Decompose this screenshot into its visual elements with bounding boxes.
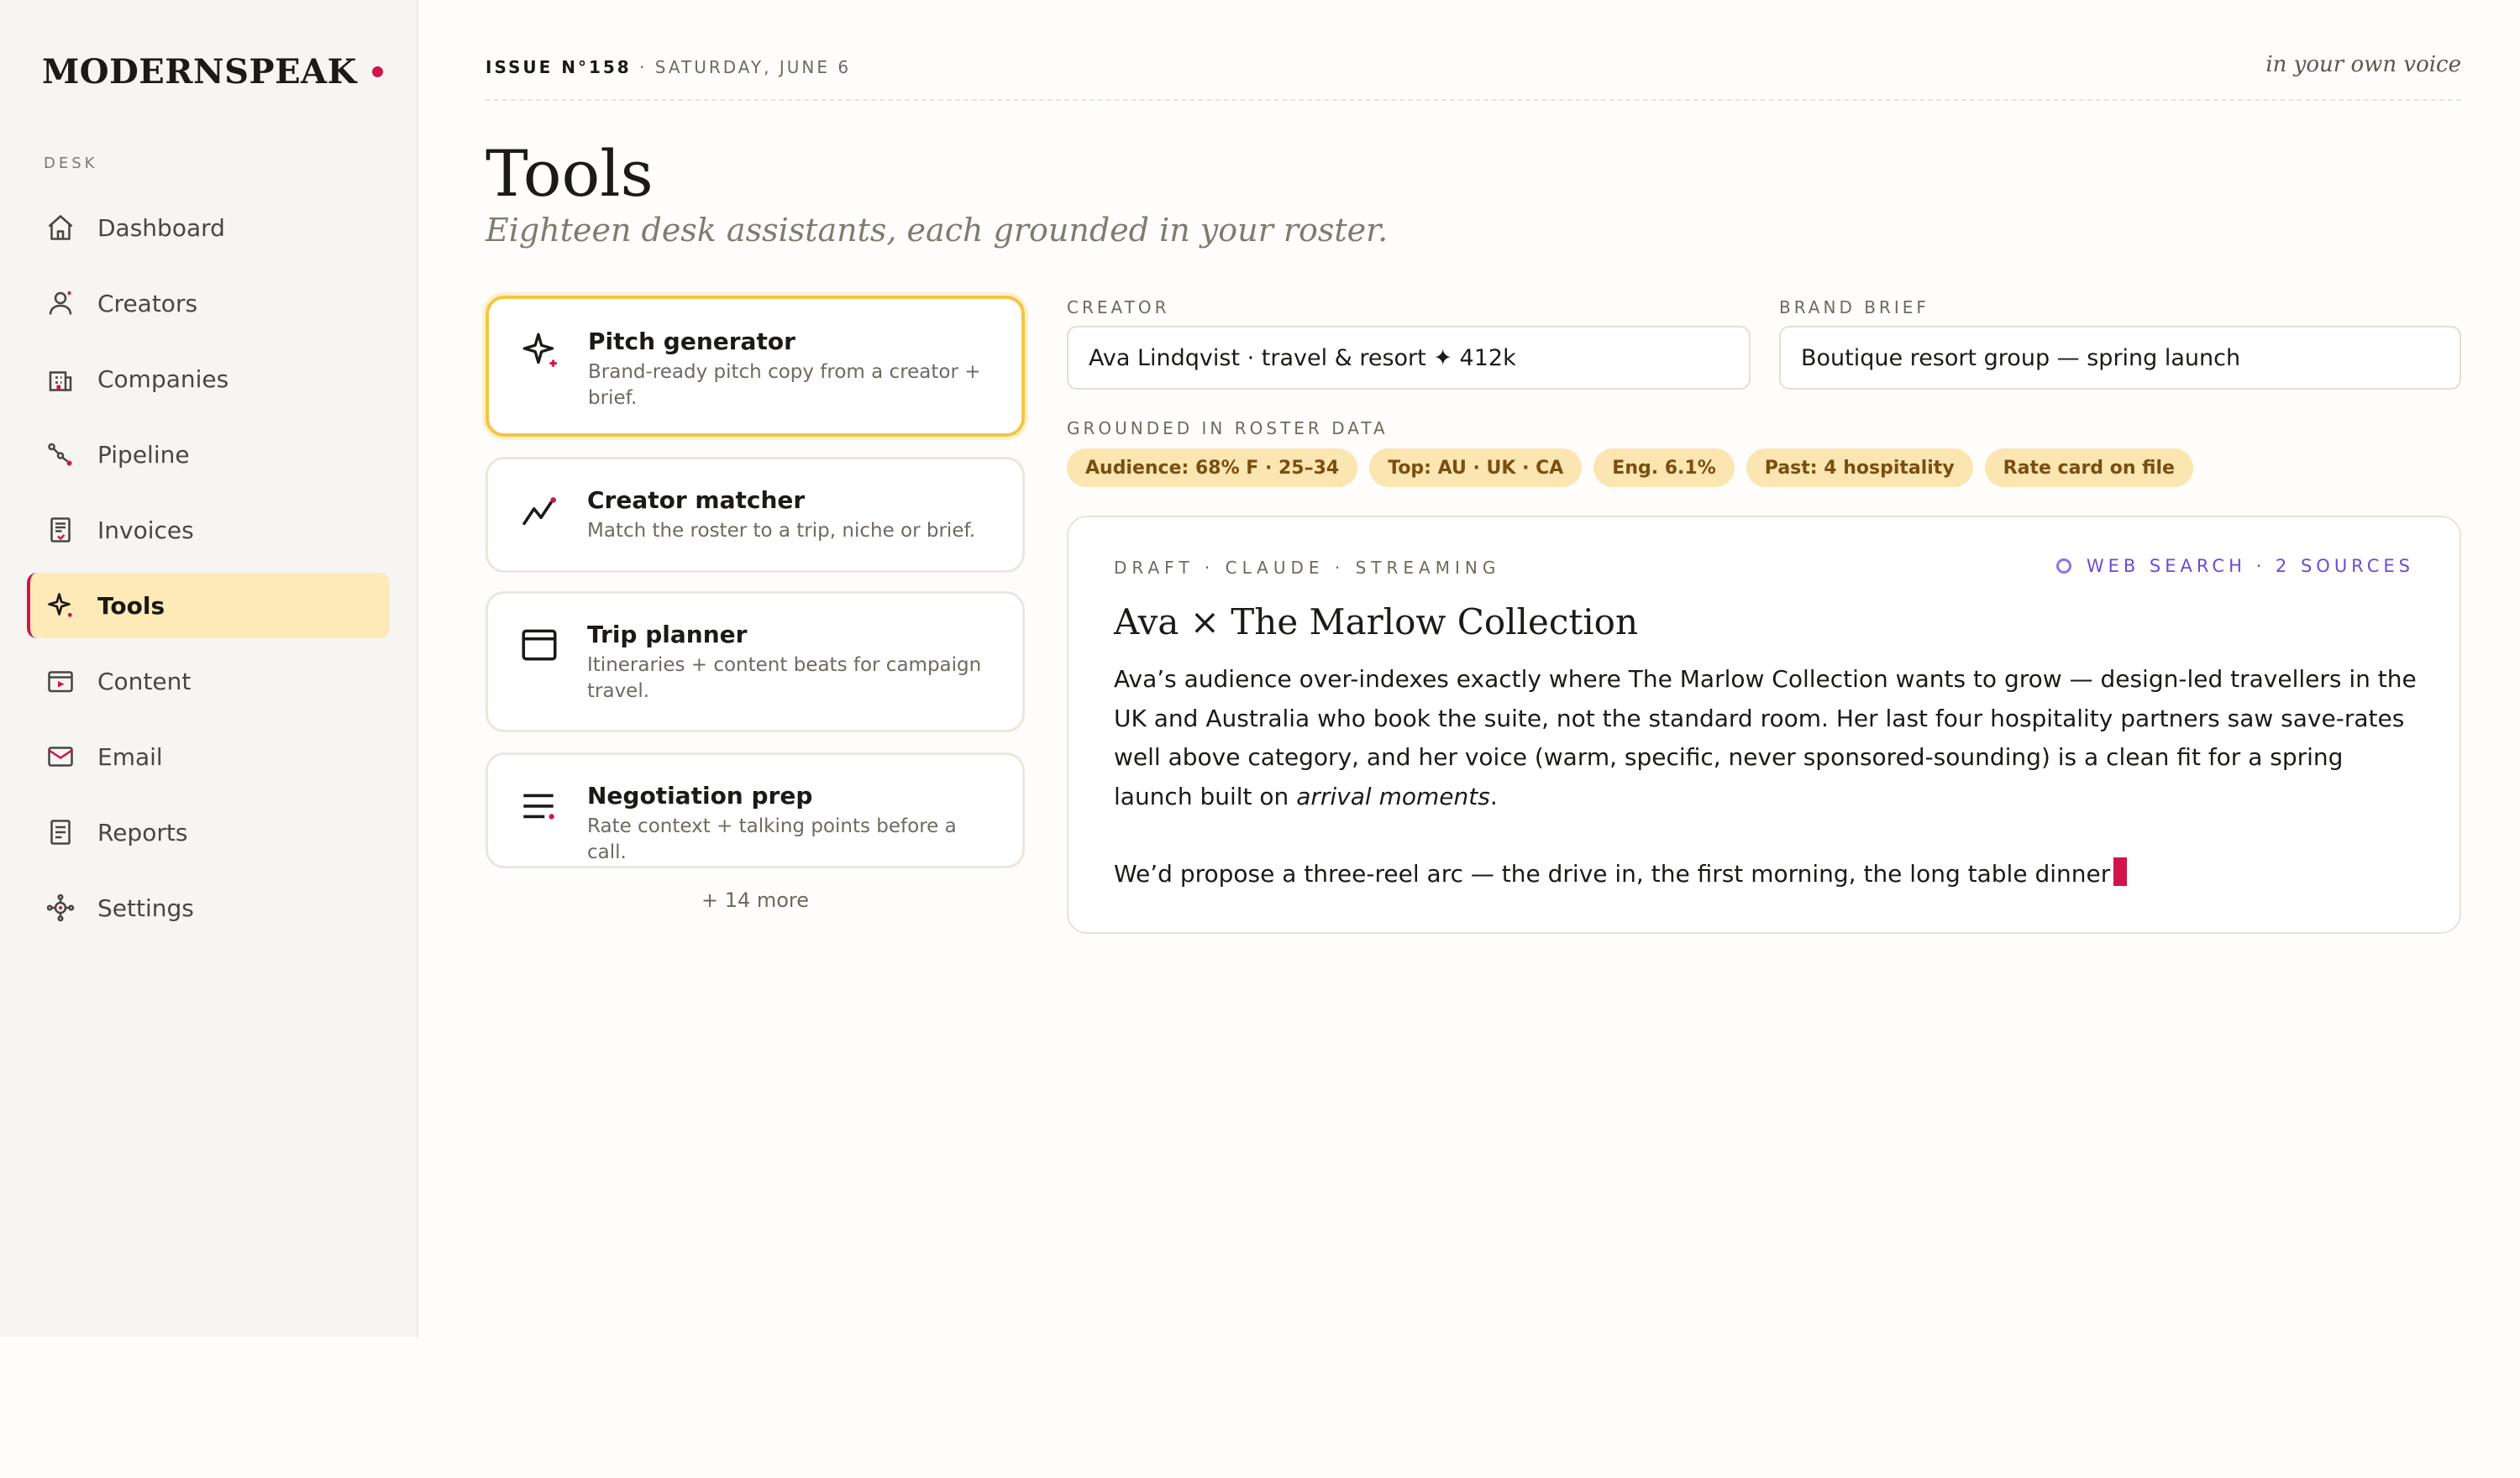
roster-chip: Audience: 68% F · 25–34 bbox=[1067, 448, 1358, 487]
brand-brief-field[interactable]: Boutique resort group — spring launch bbox=[1779, 326, 2461, 390]
sidebar-item-label: Pipeline bbox=[97, 440, 190, 469]
sidebar-item-tools[interactable]: Tools bbox=[27, 573, 390, 638]
draft-paragraph: We’d propose a three-reel arc — the driv… bbox=[1114, 855, 2424, 894]
app-name: MODERNSPEAK bbox=[42, 52, 357, 92]
roster-chip: Top: AU · UK · CA bbox=[1369, 448, 1583, 487]
tool-name: Negotiation prep bbox=[587, 782, 813, 810]
home-icon bbox=[44, 211, 77, 244]
tool-description: Itineraries + content beats for campaign… bbox=[587, 654, 982, 702]
sidebar-item-settings[interactable]: Settings bbox=[27, 875, 390, 941]
roster-chip: Rate card on file bbox=[1984, 448, 2193, 487]
tool-card-pitch-generator[interactable]: Pitch generator Brand-ready pitch copy f… bbox=[486, 296, 1025, 437]
streaming-cursor bbox=[2113, 857, 2128, 886]
person-icon bbox=[44, 286, 77, 320]
logo-dot bbox=[371, 66, 383, 77]
sidebar-item-invoices[interactable]: Invoices bbox=[27, 497, 390, 563]
tool-card-negotiation-prep[interactable]: Negotiation prep Rate context + talking … bbox=[486, 752, 1025, 868]
sidebar-item-label: Email bbox=[97, 742, 163, 771]
tagline: in your own voice bbox=[2265, 52, 2461, 77]
sidebar-item-content[interactable]: Content bbox=[27, 648, 390, 714]
draft-emphasis: arrival moments bbox=[1296, 782, 1490, 810]
tool-card-creator-matcher[interactable]: Creator matcher Match the roster to a tr… bbox=[486, 457, 1025, 573]
sidebar-item-email[interactable]: Email bbox=[27, 724, 390, 789]
draft-text: . bbox=[1489, 782, 1498, 810]
tool-name: Pitch generator bbox=[588, 328, 795, 355]
sidebar-item-companies[interactable]: Companies bbox=[27, 346, 390, 411]
roster-chip: Past: 4 hospitality bbox=[1746, 448, 1973, 487]
sources-label: WEB SEARCH · 2 SOURCES bbox=[2086, 556, 2414, 576]
content-icon bbox=[44, 664, 77, 698]
sidebar-item-label: Settings bbox=[97, 894, 194, 922]
sidebar-item-creators[interactable]: Creators bbox=[27, 270, 390, 336]
creator-value: Ava Lindqvist · travel & resort ✦ 412k bbox=[1089, 344, 1516, 371]
report-icon bbox=[44, 815, 77, 849]
globe-icon bbox=[2055, 558, 2071, 574]
tool-card-trip-planner[interactable]: Trip planner Itineraries + content beats… bbox=[486, 591, 1025, 732]
app-logo[interactable]: MODERNSPEAK bbox=[42, 52, 383, 92]
pipeline-icon bbox=[44, 438, 77, 471]
sidebar-item-dashboard[interactable]: Dashboard bbox=[27, 195, 390, 260]
page-subtitle: Eighteen desk assistants, each grounded … bbox=[486, 212, 1389, 249]
creator-field[interactable]: Ava Lindqvist · travel & resort ✦ 412k bbox=[1067, 326, 1751, 390]
issue-number: ISSUE N°158 bbox=[486, 57, 632, 77]
settings-icon bbox=[44, 891, 77, 925]
draft-title: Ava × The Marlow Collection bbox=[1114, 601, 1639, 642]
sidebar-item-label: Companies bbox=[97, 364, 229, 393]
sidebar-item-label: Content bbox=[97, 667, 192, 695]
issue-date: · SATURDAY, JUNE 6 bbox=[631, 57, 852, 77]
tool-name: Trip planner bbox=[587, 621, 748, 648]
building-icon bbox=[44, 362, 77, 396]
sidebar-item-label: Tools bbox=[97, 591, 165, 620]
draft-meta: DRAFT · CLAUDE · STREAMING bbox=[1114, 558, 1501, 578]
mail-icon bbox=[44, 740, 77, 773]
sidebar-item-label: Reports bbox=[97, 818, 188, 846]
trend-icon bbox=[518, 491, 560, 533]
brand-brief-label: BRAND BRIEF bbox=[1779, 297, 1929, 317]
sidebar-item-pipeline[interactable]: Pipeline bbox=[27, 422, 390, 487]
roster-chip: Eng. 6.1% bbox=[1593, 448, 1735, 487]
draft-text: We’d propose a three-reel arc — the driv… bbox=[1114, 860, 2111, 888]
brand-brief-value: Boutique resort group — spring launch bbox=[1801, 344, 2241, 371]
receipt-icon bbox=[44, 513, 77, 547]
sparkle-icon bbox=[44, 589, 77, 622]
web-search-sources[interactable]: WEB SEARCH · 2 SOURCES bbox=[2055, 556, 2414, 576]
issue-bar: ISSUE N°158 · SATURDAY, JUNE 6 in your o… bbox=[486, 52, 2461, 101]
tool-description: Brand-ready pitch copy from a creator + … bbox=[588, 361, 981, 409]
creator-label: CREATOR bbox=[1067, 297, 1170, 317]
window-icon bbox=[518, 624, 560, 666]
grounding-label: GROUNDED IN ROSTER DATA bbox=[1067, 418, 1389, 438]
sidebar-item-label: Dashboard bbox=[97, 213, 225, 242]
sidebar-item-reports[interactable]: Reports bbox=[27, 799, 390, 865]
page-title: Tools bbox=[486, 136, 654, 211]
more-tools-link[interactable]: + 14 more bbox=[486, 888, 1025, 912]
sidebar: MODERNSPEAK DESK Dashboard Creators Comp… bbox=[0, 0, 418, 1337]
sparkle-icon bbox=[519, 329, 561, 371]
tool-name: Creator matcher bbox=[587, 486, 806, 514]
draft-paragraph: Ava’s audience over-indexes exactly wher… bbox=[1114, 660, 2424, 816]
sidebar-item-label: Invoices bbox=[97, 516, 194, 544]
draft-panel: DRAFT · CLAUDE · STREAMING WEB SEARCH · … bbox=[1067, 516, 2461, 934]
sidebar-item-label: Creators bbox=[97, 289, 198, 317]
sidebar-section-label: DESK bbox=[44, 155, 98, 172]
tool-description: Match the roster to a trip, niche or bri… bbox=[587, 520, 976, 542]
draft-body: Ava’s audience over-indexes exactly wher… bbox=[1114, 660, 2424, 933]
tool-description: Rate context + talking points before a c… bbox=[587, 815, 957, 863]
lines-icon bbox=[518, 787, 560, 829]
issue-line: ISSUE N°158 · SATURDAY, JUNE 6 bbox=[486, 57, 851, 77]
roster-chips: Audience: 68% F · 25–34 Top: AU · UK · C… bbox=[1067, 448, 2193, 487]
